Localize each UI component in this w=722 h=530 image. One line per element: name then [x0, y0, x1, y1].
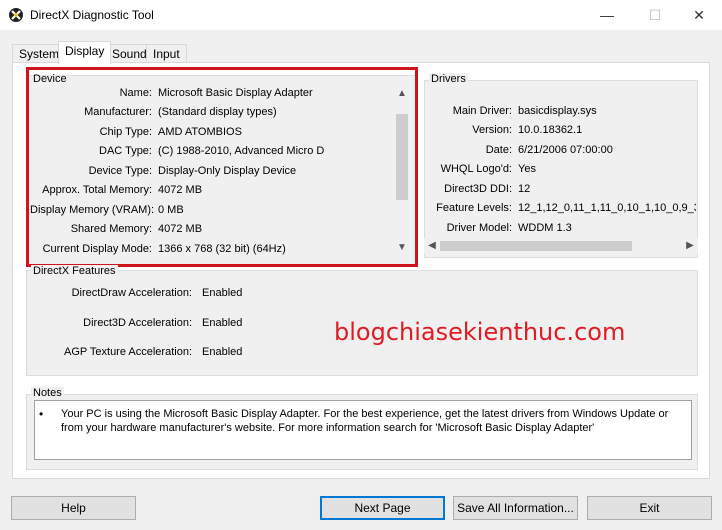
- feature-value: Enabled: [202, 287, 243, 299]
- driver-value: 10.0.18362.1: [518, 124, 583, 136]
- scroll-right-icon[interactable]: ▶: [682, 238, 698, 254]
- driver-value: WDDM 1.3: [518, 222, 572, 234]
- feature-value: Enabled: [202, 317, 243, 329]
- feature-label: Direct3D Acceleration:: [83, 317, 192, 329]
- driver-label: Date:: [485, 144, 512, 156]
- driver-value: 12: [518, 183, 531, 195]
- driver-label: Driver Model:: [446, 222, 512, 234]
- driver-label: Main Driver:: [452, 105, 512, 117]
- feature-label: AGP Texture Acceleration:: [64, 346, 192, 358]
- driver-value: Yes: [518, 163, 536, 175]
- scroll-left-icon[interactable]: ◀: [424, 238, 440, 254]
- notes-bullet: •: [39, 407, 44, 421]
- feature-label: DirectDraw Acceleration:: [71, 287, 192, 299]
- watermark-text: blogchiasekienthuc.com: [334, 318, 626, 346]
- maximize-button[interactable]: ☐: [632, 0, 678, 30]
- title-bar: DirectX Diagnostic Tool — ☐ ✕: [0, 0, 722, 30]
- drivers-list[interactable]: Main Driver: basicdisplay.sys Version: 1…: [426, 104, 696, 254]
- drivers-scroll-thumb[interactable]: [440, 241, 632, 251]
- save-all-information-button[interactable]: Save All Information...: [453, 496, 578, 520]
- feature-value: Enabled: [202, 346, 243, 358]
- driver-value: 12_1,12_0,11_1,11_0,10_1,10_0,9_3: [518, 202, 696, 214]
- notes-group-title: Notes: [31, 387, 64, 399]
- minimize-button[interactable]: —: [584, 0, 630, 30]
- drivers-hscrollbar[interactable]: ◀ ▶: [424, 238, 698, 254]
- driver-value: basicdisplay.sys: [518, 105, 597, 117]
- next-page-button[interactable]: Next Page: [320, 496, 445, 520]
- exit-button[interactable]: Exit: [587, 496, 712, 520]
- driver-label: Feature Levels:: [436, 202, 512, 214]
- notes-text: Your PC is using the Microsoft Basic Dis…: [61, 408, 669, 434]
- driver-value: 6/21/2006 07:00:00: [518, 144, 613, 156]
- directx-app-icon: [9, 8, 23, 22]
- notes-textbox[interactable]: • Your PC is using the Microsoft Basic D…: [34, 400, 692, 460]
- tab-input[interactable]: Input: [146, 44, 187, 64]
- driver-label: WHQL Logo'd:: [440, 163, 512, 175]
- features-group-title: DirectX Features: [31, 265, 118, 277]
- driver-label: Version:: [472, 124, 512, 136]
- red-highlight-box: [26, 67, 418, 267]
- driver-label: Direct3D DDI:: [444, 183, 512, 195]
- close-button[interactable]: ✕: [676, 0, 722, 30]
- help-button[interactable]: Help: [11, 496, 136, 520]
- window-title: DirectX Diagnostic Tool: [30, 8, 154, 22]
- tab-display[interactable]: Display: [58, 41, 112, 64]
- drivers-group-title: Drivers: [429, 73, 468, 85]
